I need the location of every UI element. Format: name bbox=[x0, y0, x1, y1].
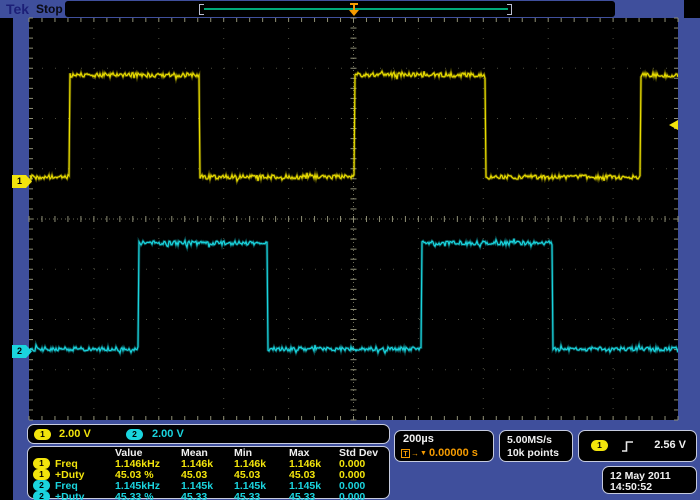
measurement-std: 0.000 bbox=[339, 492, 389, 500]
measurement-row[interactable]: 2+Duty45.33 %45.3345.3345.330.000 bbox=[31, 491, 389, 500]
measurements-header-row: ValueMeanMinMaxStd Dev bbox=[31, 448, 389, 458]
measurement-row[interactable]: 2Freq1.145kHz1.145k1.145k1.145k0.000 bbox=[31, 480, 389, 491]
trigger-to-center-icon: T→▼ bbox=[401, 449, 427, 458]
measurement-std: 0.000 bbox=[339, 459, 389, 469]
measurements-table: ValueMeanMinMaxStd Dev1Freq1.146kHz1.146… bbox=[27, 446, 390, 499]
measurement-name: Freq bbox=[55, 459, 78, 469]
channel2-scale[interactable]: 2.00 V bbox=[152, 428, 184, 440]
horizontal-position: 0.00000 s bbox=[429, 447, 478, 459]
column-header: Value bbox=[115, 448, 181, 458]
column-header: Min bbox=[234, 448, 289, 458]
measurement-value: 1.145kHz bbox=[115, 481, 181, 491]
measurement-name: Freq bbox=[55, 481, 78, 491]
oscilloscope-screen: Tek Stop T 1 2 1 2.00 V 2 2.00 V ValueMe… bbox=[0, 0, 700, 500]
measurement-name: +Duty bbox=[55, 470, 84, 480]
measurement-min: 45.33 bbox=[234, 492, 289, 500]
measurement-mean: 1.146k bbox=[181, 459, 234, 469]
trigger-readout[interactable]: 1 2.56 V bbox=[578, 430, 697, 462]
column-header: Max bbox=[289, 448, 339, 458]
channel-badge: 2 bbox=[33, 480, 50, 491]
measurement-mean: 45.33 bbox=[181, 492, 234, 500]
channel2-badge[interactable]: 2 bbox=[126, 429, 143, 440]
measurement-row[interactable]: 1+Duty45.03 %45.0345.0345.030.000 bbox=[31, 469, 389, 480]
rising-edge-slope-icon bbox=[621, 440, 634, 453]
column-header: Std Dev bbox=[339, 448, 389, 458]
measurement-value: 45.33 % bbox=[115, 492, 181, 500]
measurement-value: 1.146kHz bbox=[115, 459, 181, 469]
horizontal-scale: 200µs bbox=[403, 433, 434, 445]
channel1-scale[interactable]: 2.00 V bbox=[59, 428, 91, 440]
measurement-value: 45.03 % bbox=[115, 470, 181, 480]
trigger-level-value: 2.56 V bbox=[654, 439, 686, 451]
acquisition-readout[interactable]: 5.00MS/s 10k points bbox=[499, 430, 573, 462]
channel-badge: 2 bbox=[33, 491, 50, 500]
measurement-max: 1.146k bbox=[289, 459, 339, 469]
channel1-badge[interactable]: 1 bbox=[34, 429, 51, 440]
measurement-min: 1.145k bbox=[234, 481, 289, 491]
time-value: 14:50:52 bbox=[610, 481, 652, 493]
measurement-mean: 45.03 bbox=[181, 470, 234, 480]
measurement-min: 1.146k bbox=[234, 459, 289, 469]
sample-rate: 5.00MS/s bbox=[507, 434, 552, 446]
horizontal-readout[interactable]: 200µs T→▼ 0.00000 s bbox=[394, 430, 494, 462]
datetime-readout: 12 May 2011 14:50:52 bbox=[602, 466, 697, 494]
measurement-max: 1.145k bbox=[289, 481, 339, 491]
channel-badge: 1 bbox=[33, 469, 50, 480]
measurement-std: 0.000 bbox=[339, 481, 389, 491]
measurement-min: 45.03 bbox=[234, 470, 289, 480]
measurement-max: 45.33 bbox=[289, 492, 339, 500]
trigger-source-badge: 1 bbox=[591, 440, 608, 451]
measurement-row[interactable]: 1Freq1.146kHz1.146k1.146k1.146k0.000 bbox=[31, 458, 389, 469]
channel-scale-bar: 1 2.00 V 2 2.00 V bbox=[27, 424, 390, 444]
measurement-max: 45.03 bbox=[289, 470, 339, 480]
column-header: Mean bbox=[181, 448, 234, 458]
channel-badge: 1 bbox=[33, 458, 50, 469]
measurement-mean: 1.145k bbox=[181, 481, 234, 491]
measurement-name: +Duty bbox=[55, 492, 84, 500]
measurement-std: 0.000 bbox=[339, 470, 389, 480]
record-length: 10k points bbox=[507, 447, 559, 459]
